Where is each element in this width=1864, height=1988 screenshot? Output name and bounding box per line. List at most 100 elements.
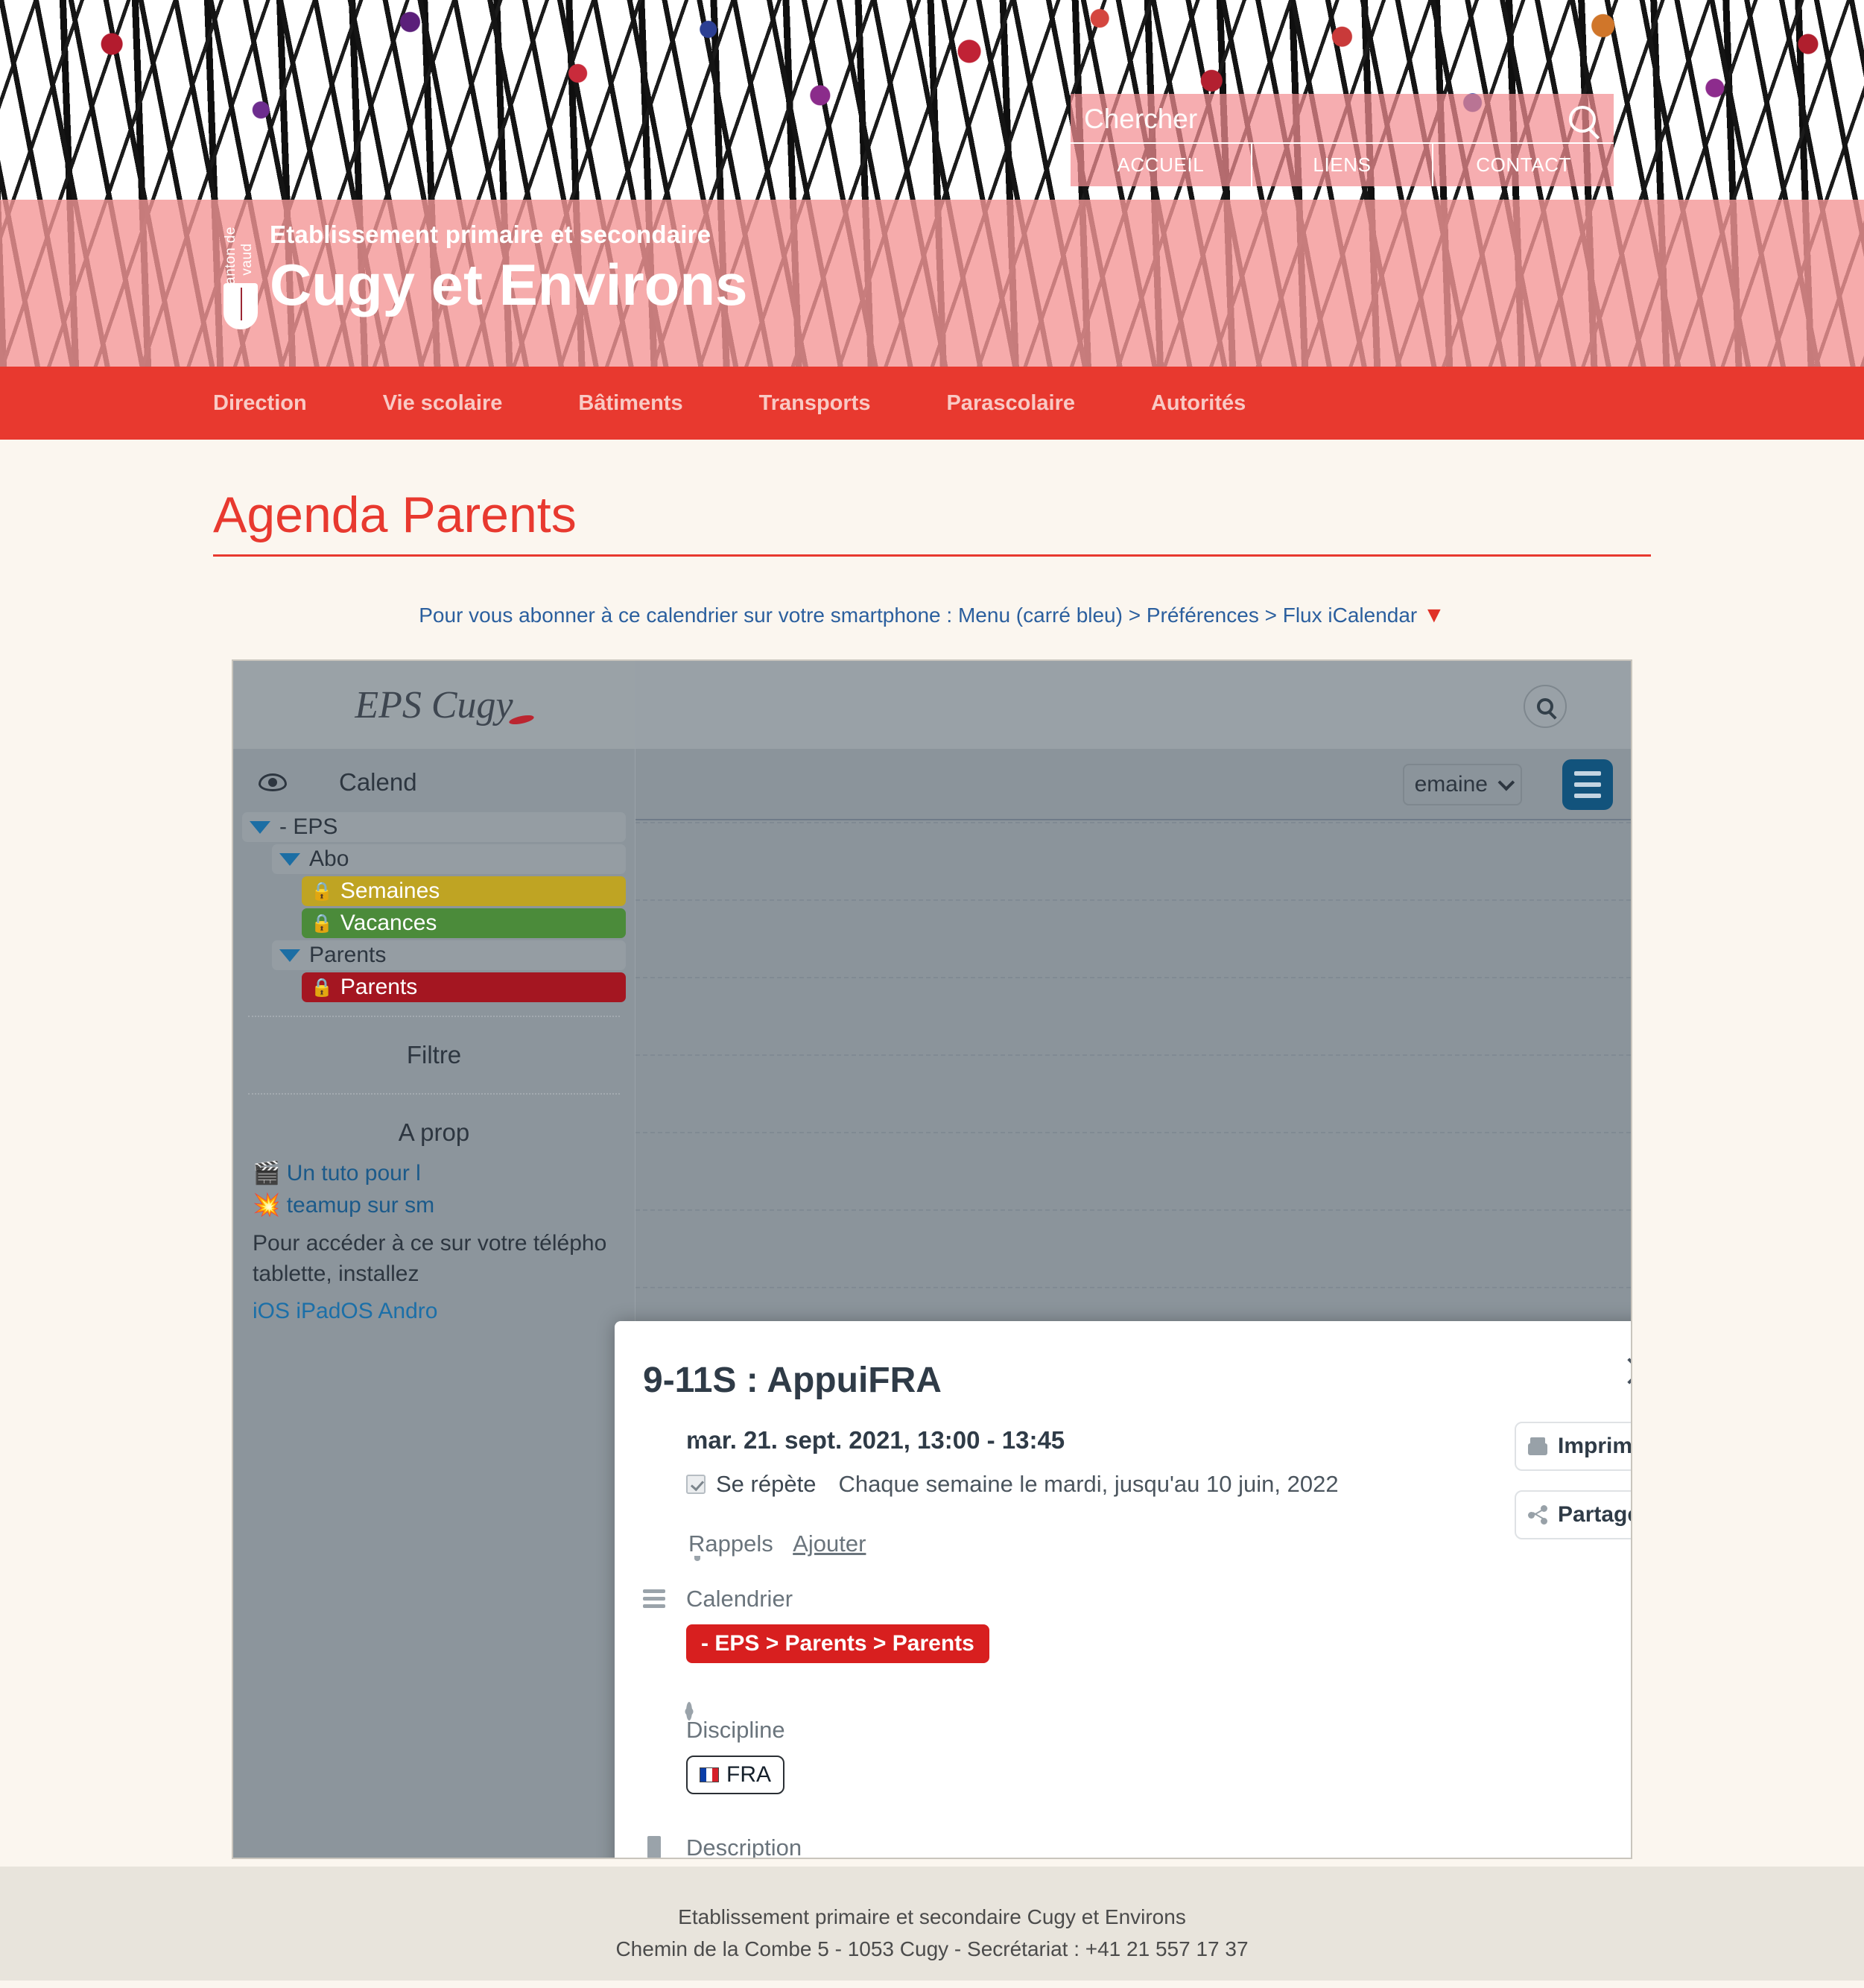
- modal-title: 9-11S : AppuiFRA: [643, 1361, 942, 1400]
- tree-item-vacances[interactable]: 🔒 Vacances: [302, 908, 626, 938]
- field-description: Description: [643, 1835, 1631, 1859]
- tree-item-semaines[interactable]: 🔒 Semaines: [302, 876, 626, 906]
- tree-item-label: Semaines: [340, 879, 440, 903]
- site-footer: Etablissement primaire et secondaire Cug…: [0, 1867, 1864, 1981]
- grid-row: [635, 822, 1631, 899]
- nav-item-batiments[interactable]: Bâtiments: [578, 391, 682, 416]
- about-platform-links[interactable]: iOS iPadOS Andro: [233, 1289, 635, 1327]
- sidebar-link-teamup-smartphone[interactable]: 💥 teamup sur sm: [233, 1189, 635, 1221]
- field-reminders: Rappels Ajouter: [643, 1530, 1631, 1557]
- target-icon: [686, 1702, 692, 1720]
- nav-item-autorites[interactable]: Autorités: [1151, 391, 1246, 416]
- subscribe-text: Pour vous abonner à ce calendrier sur vo…: [419, 604, 1418, 627]
- hamburger-icon: [1574, 782, 1601, 787]
- teamup-calendar-embed: EPS Cugy Calend - EPS Abo 🔒 Semaines 🔒 V…: [232, 659, 1632, 1859]
- title-divider: [213, 554, 1651, 557]
- event-detail-modal: 9-11S : AppuiFRA Imprimer Partage: [615, 1321, 1632, 1859]
- tree-item-label: - EPS: [279, 814, 338, 839]
- filter-label: Filtre: [406, 1041, 462, 1069]
- grid-row: [635, 1132, 1631, 1209]
- reminders-label: Rappels: [688, 1530, 773, 1557]
- nav-item-parascolaire[interactable]: Parascolaire: [946, 391, 1075, 416]
- site-identity: canton de vaud Etablissement primaire et…: [213, 218, 747, 337]
- view-mode-value: emaine: [1414, 772, 1488, 797]
- event-repeat-row: Se répète Chaque semaine le mardi, jusqu…: [686, 1471, 1631, 1498]
- site-title: Cugy et Environs: [270, 252, 748, 317]
- tree-item-parents[interactable]: 🔒 Parents: [302, 972, 626, 1002]
- about-label: A prop: [398, 1118, 470, 1146]
- site-subtitle: Etablissement primaire et secondaire: [270, 221, 711, 248]
- repeat-checkbox[interactable]: [686, 1475, 706, 1494]
- canton-vaud-logo: canton de vaud: [213, 218, 258, 337]
- modal-body: Imprimer Partage mar. 21. sept. 2021, 13…: [615, 1401, 1632, 1859]
- nav-item-vie-scolaire[interactable]: Vie scolaire: [383, 391, 503, 416]
- collision-icon: 💥: [253, 1193, 281, 1218]
- shield-icon: [224, 283, 258, 329]
- lock-icon: 🔒: [311, 913, 333, 934]
- tree-item-label: Vacances: [340, 911, 437, 935]
- top-utility-bar: ACCUEIL LIENS CONTACT: [1071, 94, 1614, 186]
- add-reminder-link[interactable]: Ajouter: [793, 1530, 866, 1557]
- hamburger-icon: [1574, 771, 1601, 776]
- calendar-search-button[interactable]: [1524, 685, 1567, 728]
- triangle-down-icon: ▼: [1423, 603, 1445, 627]
- tree-item-label: Abo: [309, 846, 349, 871]
- document-icon: [647, 1836, 661, 1858]
- discipline-label: Discipline: [686, 1717, 785, 1743]
- about-paragraph: Pour accéder à ce sur votre télépho tabl…: [253, 1231, 607, 1286]
- nav-item-transports[interactable]: Transports: [759, 391, 871, 416]
- search-input[interactable]: [1084, 100, 1531, 139]
- search-icon: [1537, 698, 1553, 715]
- caret-down-icon[interactable]: [279, 949, 300, 962]
- calendar-topbar: [635, 661, 1631, 749]
- utility-link-accueil[interactable]: ACCUEIL: [1071, 144, 1252, 186]
- flag-fr-icon: [700, 1767, 719, 1782]
- description-label: Description: [686, 1835, 802, 1859]
- calendar-sidebar: EPS Cugy Calend - EPS Abo 🔒 Semaines 🔒 V…: [233, 661, 635, 1858]
- tree-item-parents-group[interactable]: Parents: [272, 940, 626, 970]
- utility-link-liens[interactable]: LIENS: [1252, 144, 1434, 186]
- grid-row: [635, 1054, 1631, 1132]
- caret-down-icon[interactable]: [1631, 1513, 1632, 1520]
- page-content: Agenda Parents Pour vous abonner à ce ca…: [0, 486, 1864, 1867]
- close-icon[interactable]: [1620, 1351, 1631, 1391]
- hamburger-icon: [1574, 794, 1601, 798]
- nav-item-direction[interactable]: Direction: [213, 391, 307, 416]
- caret-down-icon[interactable]: [250, 820, 270, 834]
- search-row: [1071, 94, 1614, 144]
- repeat-rule-text: Chaque semaine le mardi, jusqu'au 10 jui…: [838, 1471, 1339, 1497]
- share-button-label: Partage: [1558, 1502, 1632, 1527]
- search-icon[interactable]: [1569, 106, 1596, 133]
- page-title: Agenda Parents: [213, 487, 577, 543]
- share-icon: [1528, 1505, 1547, 1525]
- sidebar-link-label: Un tuto pour l: [286, 1161, 421, 1185]
- view-mode-select[interactable]: emaine: [1402, 764, 1522, 805]
- footer-line-1: Etablissement primaire et secondaire Cug…: [678, 1905, 1186, 1928]
- lock-icon: 🔒: [311, 977, 333, 998]
- list-icon: [643, 1587, 665, 1609]
- grid-row: [635, 977, 1631, 1054]
- field-datetime: mar. 21. sept. 2021, 13:00 - 13:45 Se ré…: [643, 1426, 1631, 1498]
- eye-icon[interactable]: [259, 773, 287, 791]
- calendar-menu-button[interactable]: [1562, 759, 1613, 810]
- sidebar-link-tuto[interactable]: 🎬 Un tuto pour l: [233, 1157, 635, 1189]
- tree-item-abo[interactable]: Abo: [272, 844, 626, 874]
- sidebar-divider: [248, 1016, 620, 1017]
- lock-icon: 🔒: [311, 881, 333, 902]
- discipline-chip[interactable]: FRA: [686, 1756, 784, 1794]
- repeat-label: Se répète: [716, 1471, 817, 1497]
- chevron-down-icon: [1497, 773, 1515, 791]
- grid-row: [635, 899, 1631, 977]
- utility-link-contact[interactable]: CONTACT: [1433, 144, 1614, 186]
- field-discipline: Discipline FRA: [643, 1702, 1631, 1794]
- caret-down-icon[interactable]: [279, 852, 300, 866]
- clapperboard-icon: 🎬: [253, 1161, 281, 1185]
- grid-row: [635, 1209, 1631, 1287]
- field-calendar: Calendrier - EPS > Parents > Parents: [643, 1586, 1631, 1663]
- tree-item-eps[interactable]: - EPS: [242, 812, 626, 842]
- discipline-chip-label: FRA: [726, 1762, 771, 1787]
- event-datetime: mar. 21. sept. 2021, 13:00 - 13:45: [686, 1426, 1065, 1454]
- tree-item-label: Parents: [340, 975, 418, 999]
- modal-header: 9-11S : AppuiFRA: [615, 1321, 1631, 1401]
- calendar-chip[interactable]: - EPS > Parents > Parents: [686, 1624, 989, 1663]
